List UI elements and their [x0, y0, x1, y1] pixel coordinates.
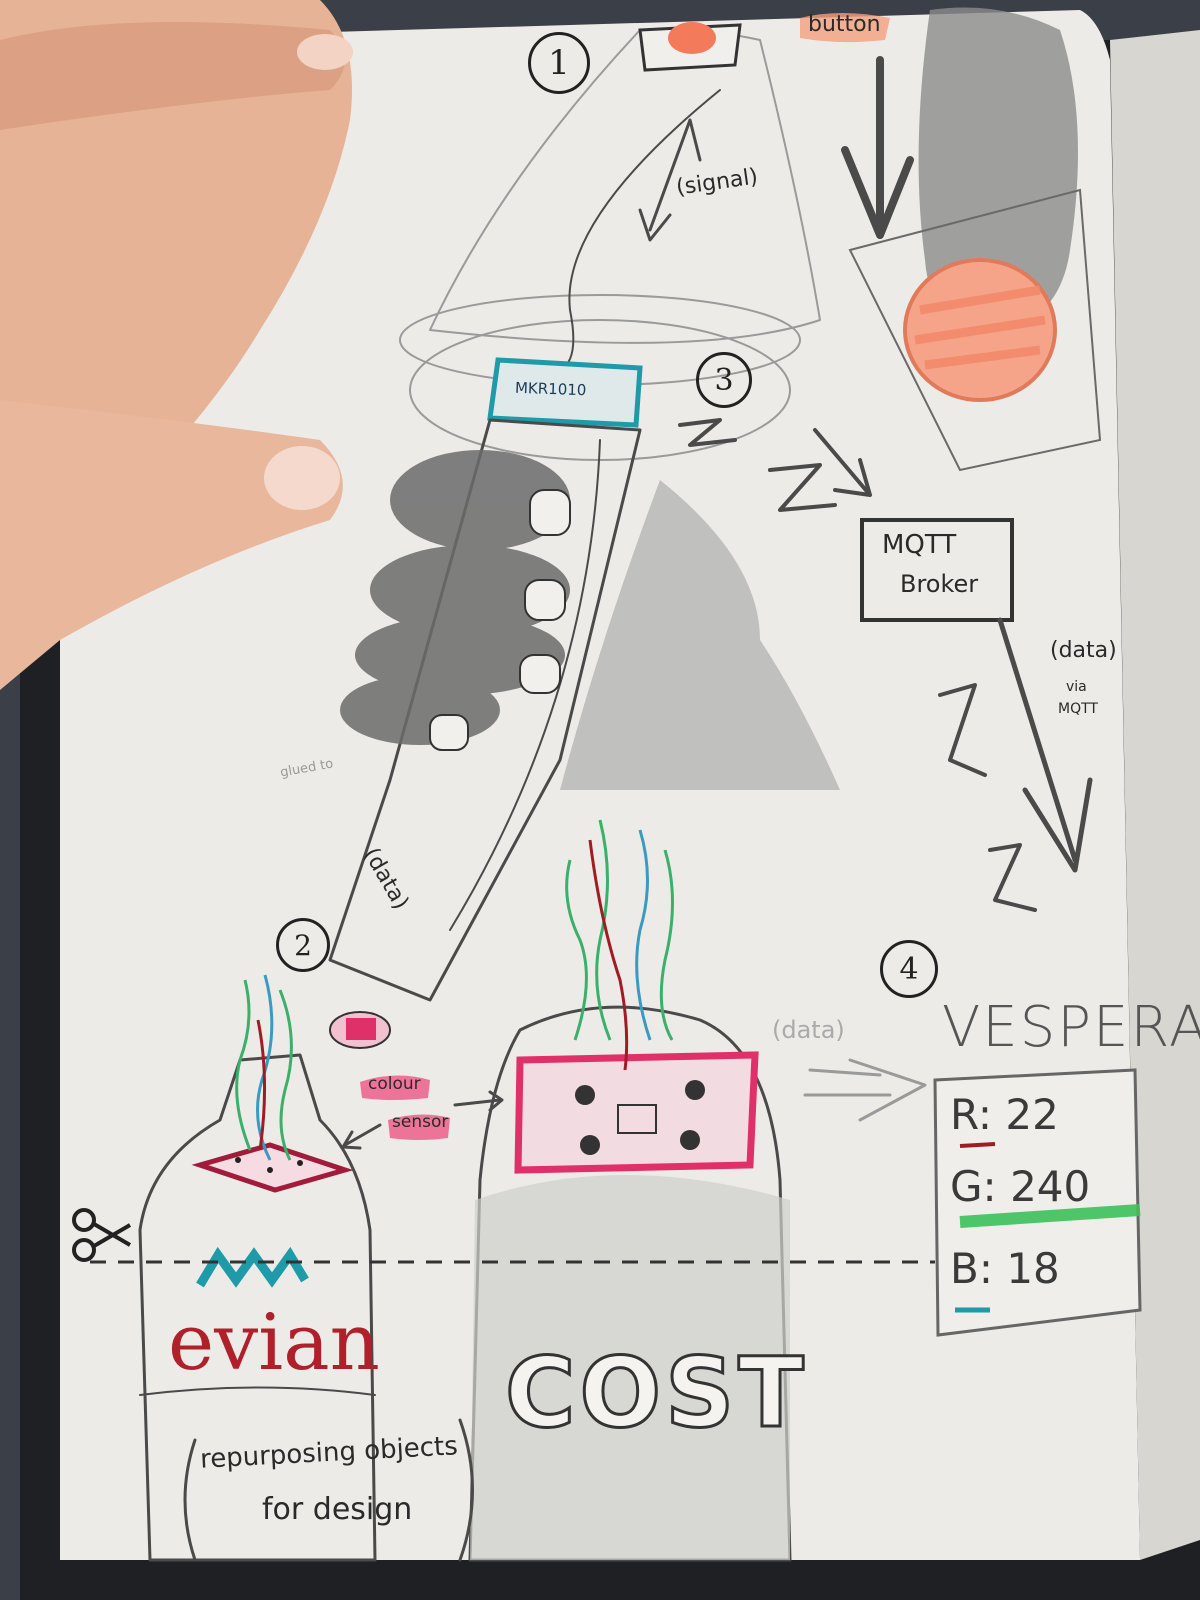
colour-sensor-tip [346, 1018, 376, 1040]
step-4-marker: 4 [880, 940, 938, 998]
r-underline [959, 1142, 996, 1148]
r-value: 22 [1005, 1090, 1059, 1139]
vespera-title: VESPERA [942, 995, 1200, 1060]
g-value: 240 [1010, 1162, 1091, 1211]
step-3-number: 3 [714, 362, 734, 398]
b-label: B: [950, 1244, 993, 1293]
g-label: G: [950, 1162, 997, 1211]
board-label: MKR1010 [514, 378, 587, 400]
step-4-number: 4 [899, 951, 919, 987]
r-label: R: [950, 1090, 993, 1139]
evian-brand: evian [168, 1298, 380, 1388]
broker-label-line2: Broker [900, 570, 979, 598]
step-1-number: 1 [548, 43, 570, 83]
button-label: button [808, 12, 881, 37]
caption-line2: for design [262, 1492, 413, 1527]
b-row: B: 18 [950, 1248, 1060, 1290]
button-module [638, 22, 742, 72]
data-to-display-label: (data) [772, 1016, 845, 1044]
step-1-marker: 1 [528, 32, 590, 94]
data-via-mqtt-line1: (data) [1050, 638, 1117, 663]
cost-label: COST [504, 1337, 808, 1449]
g-row: G: 240 [950, 1166, 1090, 1208]
step-3-marker: 3 [696, 352, 752, 408]
colour-sensor-line1: colour [368, 1074, 421, 1094]
broker-label-line1: MQTT [882, 530, 957, 560]
r-row: R: 22 [950, 1094, 1059, 1136]
data-via-mqtt-line3: MQTT [1058, 701, 1098, 717]
colour-sensor-line2: sensor [392, 1112, 449, 1132]
b-value: 18 [1006, 1244, 1060, 1293]
step-2-marker: 2 [276, 918, 330, 972]
step-2-number: 2 [294, 928, 312, 962]
cost-bottle [468, 1005, 792, 1562]
data-via-mqtt-line2: via [1066, 679, 1087, 695]
